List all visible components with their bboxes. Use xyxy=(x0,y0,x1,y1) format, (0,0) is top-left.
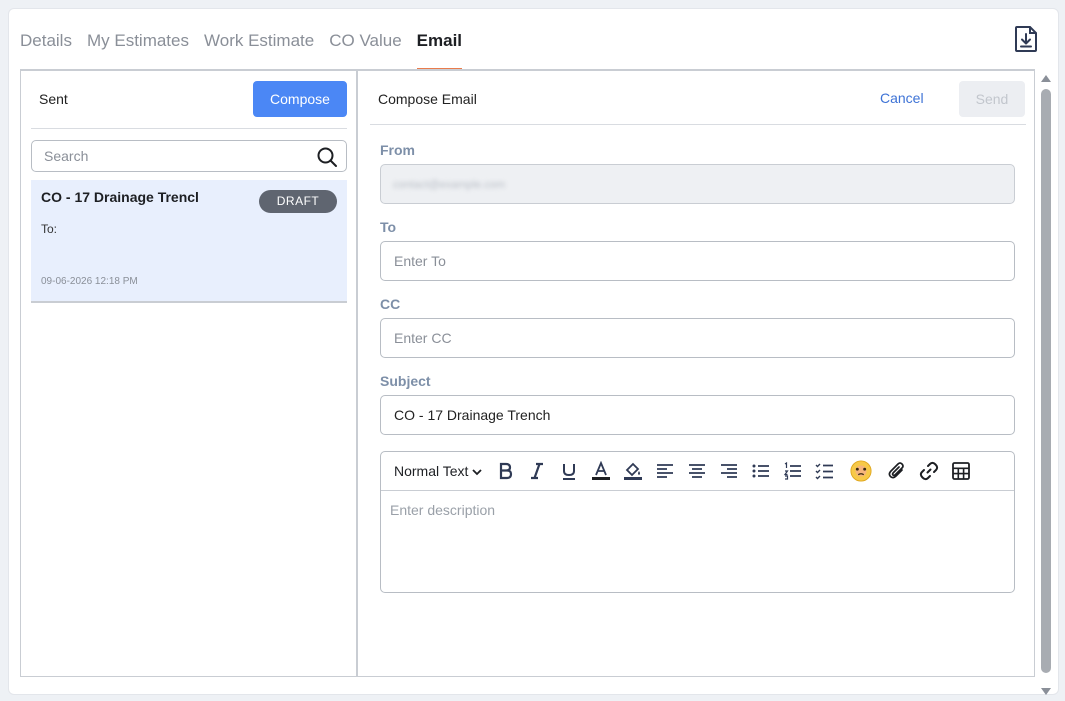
description-editor: Normal Text Enter description xyxy=(380,451,1015,593)
status-badge: DRAFT xyxy=(259,190,337,213)
tab-email[interactable]: Email xyxy=(416,31,463,71)
link-icon[interactable] xyxy=(918,460,940,482)
compose-title: Compose Email xyxy=(378,91,477,107)
tab-bar: Details My Estimates Work Estimate CO Va… xyxy=(20,31,477,71)
compose-button[interactable]: Compose xyxy=(253,81,347,117)
tab-my-estimates[interactable]: My Estimates xyxy=(87,31,189,71)
scroll-up-icon[interactable] xyxy=(1041,75,1051,82)
email-date: 09-06-2026 12:18 PM xyxy=(41,276,138,287)
list-item[interactable]: CO - 17 Drainage Trencl DRAFT To: 09-06-… xyxy=(31,180,347,303)
chevron-down-icon xyxy=(472,469,482,476)
tab-work-estimate[interactable]: Work Estimate xyxy=(204,31,314,71)
attachment-icon[interactable] xyxy=(886,460,908,482)
send-button[interactable]: Send xyxy=(959,81,1025,117)
tab-details[interactable]: Details xyxy=(20,31,72,71)
table-icon[interactable] xyxy=(950,460,972,482)
editor-toolbar: Normal Text xyxy=(381,452,1014,491)
to-field[interactable] xyxy=(381,242,1014,280)
to-label: To xyxy=(380,219,397,235)
compose-pane: Compose Email Cancel Send From contact@e… xyxy=(360,71,1034,676)
cc-label: CC xyxy=(380,296,401,312)
align-right-icon[interactable] xyxy=(718,460,740,482)
text-format-select[interactable]: Normal Text xyxy=(394,463,482,479)
bold-icon[interactable] xyxy=(494,460,516,482)
file-download-icon[interactable] xyxy=(1013,25,1039,53)
cancel-button[interactable]: Cancel xyxy=(880,90,924,106)
estimate-card: Details My Estimates Work Estimate CO Va… xyxy=(8,8,1059,695)
align-left-icon[interactable] xyxy=(654,460,676,482)
align-center-icon[interactable] xyxy=(686,460,708,482)
subject-field-wrapper xyxy=(380,395,1015,435)
italic-icon[interactable] xyxy=(526,460,548,482)
email-subject: CO - 17 Drainage Trencl xyxy=(41,189,199,205)
emoji-icon[interactable] xyxy=(850,460,872,482)
numbered-list-icon[interactable] xyxy=(782,460,804,482)
subject-field[interactable] xyxy=(381,396,1014,434)
highlight-color-icon[interactable] xyxy=(622,460,644,482)
divider xyxy=(31,128,347,129)
scrollbar-thumb[interactable] xyxy=(1041,89,1051,673)
search-box xyxy=(31,140,347,172)
scrollbar[interactable] xyxy=(1040,75,1052,695)
from-field: contact@example.com xyxy=(380,164,1015,204)
subject-label: Subject xyxy=(380,373,431,389)
font-color-icon[interactable] xyxy=(590,460,612,482)
bullet-list-icon[interactable] xyxy=(750,460,772,482)
from-label: From xyxy=(380,142,415,158)
divider xyxy=(370,124,1026,125)
email-panel: Sent Compose CO - 17 Drainage Trencl DRA… xyxy=(20,69,1035,677)
search-input[interactable] xyxy=(32,141,302,171)
sent-pane: Sent Compose CO - 17 Drainage Trencl DRA… xyxy=(21,71,358,676)
from-value: contact@example.com xyxy=(393,179,506,191)
cc-field[interactable] xyxy=(381,319,1014,357)
sent-label: Sent xyxy=(39,91,68,107)
description-input[interactable]: Enter description xyxy=(381,491,1014,592)
search-icon[interactable] xyxy=(316,146,338,168)
underline-icon[interactable] xyxy=(558,460,580,482)
to-field-wrapper xyxy=(380,241,1015,281)
email-to: To: xyxy=(41,222,58,236)
checklist-icon[interactable] xyxy=(814,460,836,482)
scroll-down-icon[interactable] xyxy=(1041,688,1051,695)
cc-field-wrapper xyxy=(380,318,1015,358)
tab-co-value[interactable]: CO Value xyxy=(329,31,401,71)
